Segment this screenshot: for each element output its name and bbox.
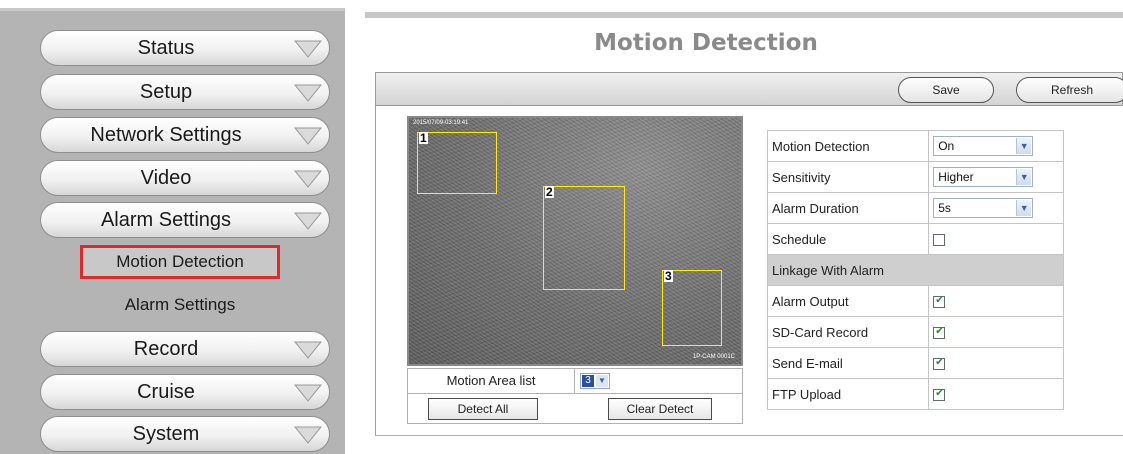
sidebar-subitem-motion-detection[interactable]: Motion Detection bbox=[80, 245, 280, 279]
settings-row: Schedule bbox=[766, 223, 1064, 255]
alarm-duration-label: Alarm Duration bbox=[766, 192, 930, 224]
video-camera-id: 1P-CAM 0001C bbox=[692, 354, 735, 360]
sidebar-top-divider bbox=[0, 0, 345, 11]
motion-detection-select[interactable]: On ▼ bbox=[933, 136, 1034, 156]
sd-card-record-checkbox[interactable] bbox=[933, 326, 946, 340]
ftp-upload-cell bbox=[928, 378, 1064, 410]
alarm-output-checkbox[interactable] bbox=[933, 295, 946, 309]
sensitivity-value: Higher bbox=[938, 170, 974, 184]
motion-area-list-label: Motion Area list bbox=[408, 369, 575, 393]
chevron-down-icon bbox=[293, 426, 323, 444]
page-title: Motion Detection bbox=[594, 30, 818, 56]
sidebar-item-label: System bbox=[132, 423, 200, 445]
alarm-duration-select[interactable]: 5s ▼ bbox=[933, 198, 1034, 218]
video-timestamp: 2015/07/09-03:19:41 bbox=[413, 120, 469, 126]
sidebar-item-status[interactable]: Status bbox=[40, 30, 330, 66]
detect-all-button[interactable]: Detect All bbox=[428, 398, 538, 420]
sidebar-item-record[interactable]: Record bbox=[40, 331, 330, 367]
toolbar: Save Refresh bbox=[375, 72, 1123, 106]
settings-section-row: Linkage With Alarm bbox=[767, 254, 1064, 286]
sidebar: Status Setup Network Settings Video Alar… bbox=[0, 0, 345, 454]
chevron-down-icon bbox=[293, 341, 323, 359]
zone-number: 1 bbox=[419, 131, 428, 145]
chevron-down-icon bbox=[293, 127, 323, 145]
main-top-divider bbox=[365, 12, 1123, 18]
detect-buttons-row: Detect All Clear Detect bbox=[407, 394, 743, 424]
alarm-output-label: Alarm Output bbox=[766, 285, 930, 317]
settings-row: Motion Detection On ▼ bbox=[766, 130, 1064, 162]
chevron-down-icon: ▼ bbox=[1016, 169, 1032, 185]
motion-area-list-row: Motion Area list 3 ▼ bbox=[407, 368, 743, 394]
settings-row: Alarm Duration 5s ▼ bbox=[766, 192, 1064, 224]
sidebar-item-label: Alarm Settings bbox=[100, 209, 232, 231]
save-button[interactable]: Save bbox=[898, 77, 994, 103]
linkage-with-alarm-header: Linkage With Alarm bbox=[767, 254, 1064, 286]
motion-detection-label: Motion Detection bbox=[766, 130, 930, 162]
chevron-down-icon: ▼ bbox=[1016, 138, 1032, 154]
motion-area-select-value: 3 bbox=[582, 375, 594, 387]
zone-number: 2 bbox=[545, 185, 554, 199]
sd-card-record-cell bbox=[928, 316, 1064, 348]
sd-card-record-label: SD-Card Record bbox=[766, 316, 930, 348]
schedule-label: Schedule bbox=[766, 223, 930, 255]
settings-row: FTP Upload bbox=[766, 378, 1064, 410]
settings-row: SD-Card Record bbox=[766, 316, 1064, 348]
sidebar-item-network-settings[interactable]: Network Settings bbox=[40, 117, 330, 153]
sidebar-item-label: Network Settings bbox=[90, 124, 242, 146]
clear-detect-button[interactable]: Clear Detect bbox=[608, 398, 712, 420]
chevron-down-icon bbox=[293, 84, 323, 102]
sidebar-item-alarm-settings[interactable]: Alarm Settings bbox=[40, 202, 330, 238]
sidebar-item-label: Status bbox=[137, 37, 195, 59]
sensitivity-label: Sensitivity bbox=[766, 161, 930, 193]
video-preview[interactable]: 2015/07/09-03:19:41 1P-CAM 0001C 1 2 3 bbox=[407, 116, 743, 366]
sidebar-item-cruise[interactable]: Cruise bbox=[40, 374, 330, 410]
schedule-checkbox[interactable] bbox=[933, 234, 946, 247]
sidebar-item-setup[interactable]: Setup bbox=[40, 74, 330, 110]
send-email-checkbox[interactable] bbox=[933, 357, 946, 371]
sidebar-item-label: Record bbox=[133, 338, 199, 360]
chevron-down-icon: ▼ bbox=[596, 375, 608, 387]
settings-row: Sensitivity Higher ▼ bbox=[766, 161, 1064, 193]
send-email-cell bbox=[928, 347, 1064, 379]
alarm-output-cell bbox=[928, 285, 1064, 317]
chevron-down-icon bbox=[293, 384, 323, 402]
motion-area-select[interactable]: 3 ▼ bbox=[580, 373, 610, 389]
schedule-cell bbox=[928, 223, 1064, 255]
refresh-button[interactable]: Refresh bbox=[1016, 77, 1123, 103]
chevron-down-icon: ▼ bbox=[1016, 200, 1032, 216]
sidebar-item-system[interactable]: System bbox=[40, 416, 330, 452]
sidebar-item-label: Setup bbox=[139, 81, 193, 103]
chevron-down-icon bbox=[293, 170, 323, 188]
ftp-upload-label: FTP Upload bbox=[766, 378, 930, 410]
settings-row: Send E-mail bbox=[766, 347, 1064, 379]
motion-zone-1[interactable]: 1 bbox=[417, 132, 497, 194]
motion-zone-2[interactable]: 2 bbox=[543, 186, 625, 290]
motion-detection-cell: On ▼ bbox=[928, 130, 1064, 162]
send-email-label: Send E-mail bbox=[766, 347, 930, 379]
motion-settings-table: Motion Detection On ▼ Sensitivity Higher… bbox=[766, 130, 1064, 410]
sidebar-item-label: Video bbox=[140, 167, 192, 189]
alarm-duration-cell: 5s ▼ bbox=[928, 192, 1064, 224]
motion-detection-value: On bbox=[938, 139, 955, 153]
alarm-duration-value: 5s bbox=[938, 201, 951, 215]
sidebar-subitem-alarm-settings[interactable]: Alarm Settings bbox=[80, 288, 280, 322]
sidebar-item-video[interactable]: Video bbox=[40, 160, 330, 196]
settings-row: Alarm Output bbox=[766, 285, 1064, 317]
sensitivity-cell: Higher ▼ bbox=[928, 161, 1064, 193]
sensitivity-select[interactable]: Higher ▼ bbox=[933, 167, 1034, 187]
motion-zone-3[interactable]: 3 bbox=[662, 270, 722, 346]
zone-number: 3 bbox=[664, 269, 673, 283]
sidebar-item-label: Cruise bbox=[137, 381, 195, 403]
chevron-down-icon bbox=[293, 212, 323, 230]
ftp-upload-checkbox[interactable] bbox=[933, 388, 946, 402]
chevron-down-icon bbox=[293, 40, 323, 58]
